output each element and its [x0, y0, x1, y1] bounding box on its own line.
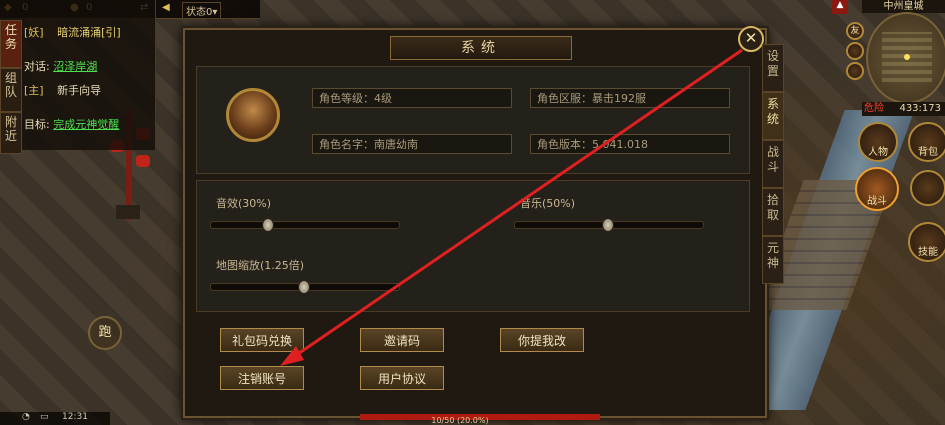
annotation-arrow: [280, 48, 743, 366]
arrow-shaft: [291, 48, 743, 360]
arrow-head: [280, 346, 304, 366]
